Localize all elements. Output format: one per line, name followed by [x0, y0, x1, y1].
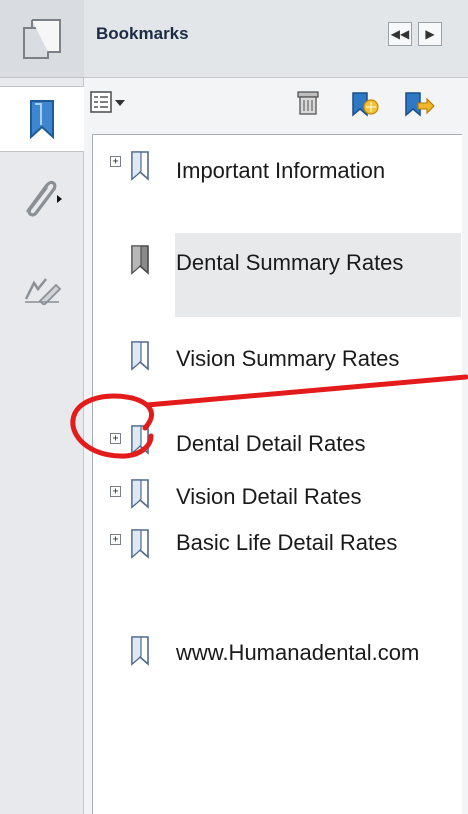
trash-icon — [297, 91, 319, 115]
bookmark-item[interactable]: + Dental Detail Rates — [93, 413, 463, 467]
new-bookmark-button[interactable] — [349, 91, 383, 119]
bookmark-icon — [131, 425, 149, 455]
bookmark-item[interactable]: www.Humanadental.com — [93, 613, 463, 713]
new-bookmark-icon — [352, 92, 379, 117]
bookmark-icon — [131, 341, 149, 371]
bookmark-label: www.Humanadental.com — [176, 640, 420, 665]
bookmarks-button[interactable] — [0, 86, 84, 152]
bookmark-tree: + Important Information Dental Summary R… — [92, 134, 462, 814]
paperclip-icon — [26, 180, 62, 217]
pages-button[interactable] — [0, 14, 84, 64]
expand-bookmark-button[interactable] — [402, 91, 436, 119]
bookmark-label: Dental Summary Rates — [176, 250, 404, 275]
bookmark-item[interactable]: + Vision Detail Rates — [93, 467, 463, 517]
bookmark-icon — [131, 636, 149, 666]
bookmark-icon — [131, 245, 149, 275]
attachments-button[interactable] — [0, 172, 84, 222]
bookmarks-panel: Bookmarks ◀◀ ▶ + Important Information D… — [84, 0, 468, 814]
rail-top — [0, 0, 84, 78]
bookmark-icon — [131, 529, 149, 559]
bookmark-item[interactable]: + Basic Life Detail Rates — [93, 517, 463, 613]
expand-bookmark-icon — [405, 92, 435, 117]
bookmark-label: Vision Detail Rates — [176, 484, 362, 509]
expand-toggle-icon[interactable]: + — [110, 486, 121, 497]
panel-header: Bookmarks ◀◀ ▶ — [84, 0, 468, 78]
acrobat-navigation-pane: Bookmarks ◀◀ ▶ + Important Information D… — [0, 0, 468, 814]
bookmark-label: Important Information — [176, 158, 386, 183]
pages-icon — [23, 19, 61, 59]
left-toolbar — [0, 0, 84, 814]
double-left-icon: ◀◀ — [390, 27, 410, 41]
collapse-panel-button[interactable]: ◀◀ — [388, 22, 412, 46]
expand-panel-button[interactable]: ▶ — [418, 22, 442, 46]
bookmark-label: Basic Life Detail Rates — [176, 530, 398, 555]
expand-toggle-icon[interactable]: + — [110, 433, 121, 444]
options-menu-icon — [90, 91, 125, 113]
bookmark-item[interactable]: Vision Summary Rates — [93, 325, 463, 413]
bookmark-icon — [131, 151, 149, 181]
options-menu-button[interactable] — [90, 91, 132, 115]
bookmark-item[interactable]: Dental Summary Rates — [93, 225, 463, 325]
bookmark-toolbar — [84, 78, 468, 128]
expand-toggle-icon[interactable]: + — [110, 156, 121, 167]
expand-toggle-icon[interactable]: + — [110, 534, 121, 545]
bookmark-icon — [131, 479, 149, 509]
bookmark-item[interactable]: + Important Information — [93, 135, 463, 225]
right-arrow-icon: ▶ — [425, 27, 435, 41]
bookmark-icon — [30, 100, 54, 139]
panel-title: Bookmarks — [96, 24, 189, 43]
bookmark-label: Dental Detail Rates — [176, 431, 366, 456]
signature-icon — [24, 278, 62, 305]
bookmark-label: Vision Summary Rates — [176, 346, 400, 371]
signatures-button[interactable] — [0, 270, 84, 310]
delete-bookmark-button[interactable] — [297, 91, 319, 115]
